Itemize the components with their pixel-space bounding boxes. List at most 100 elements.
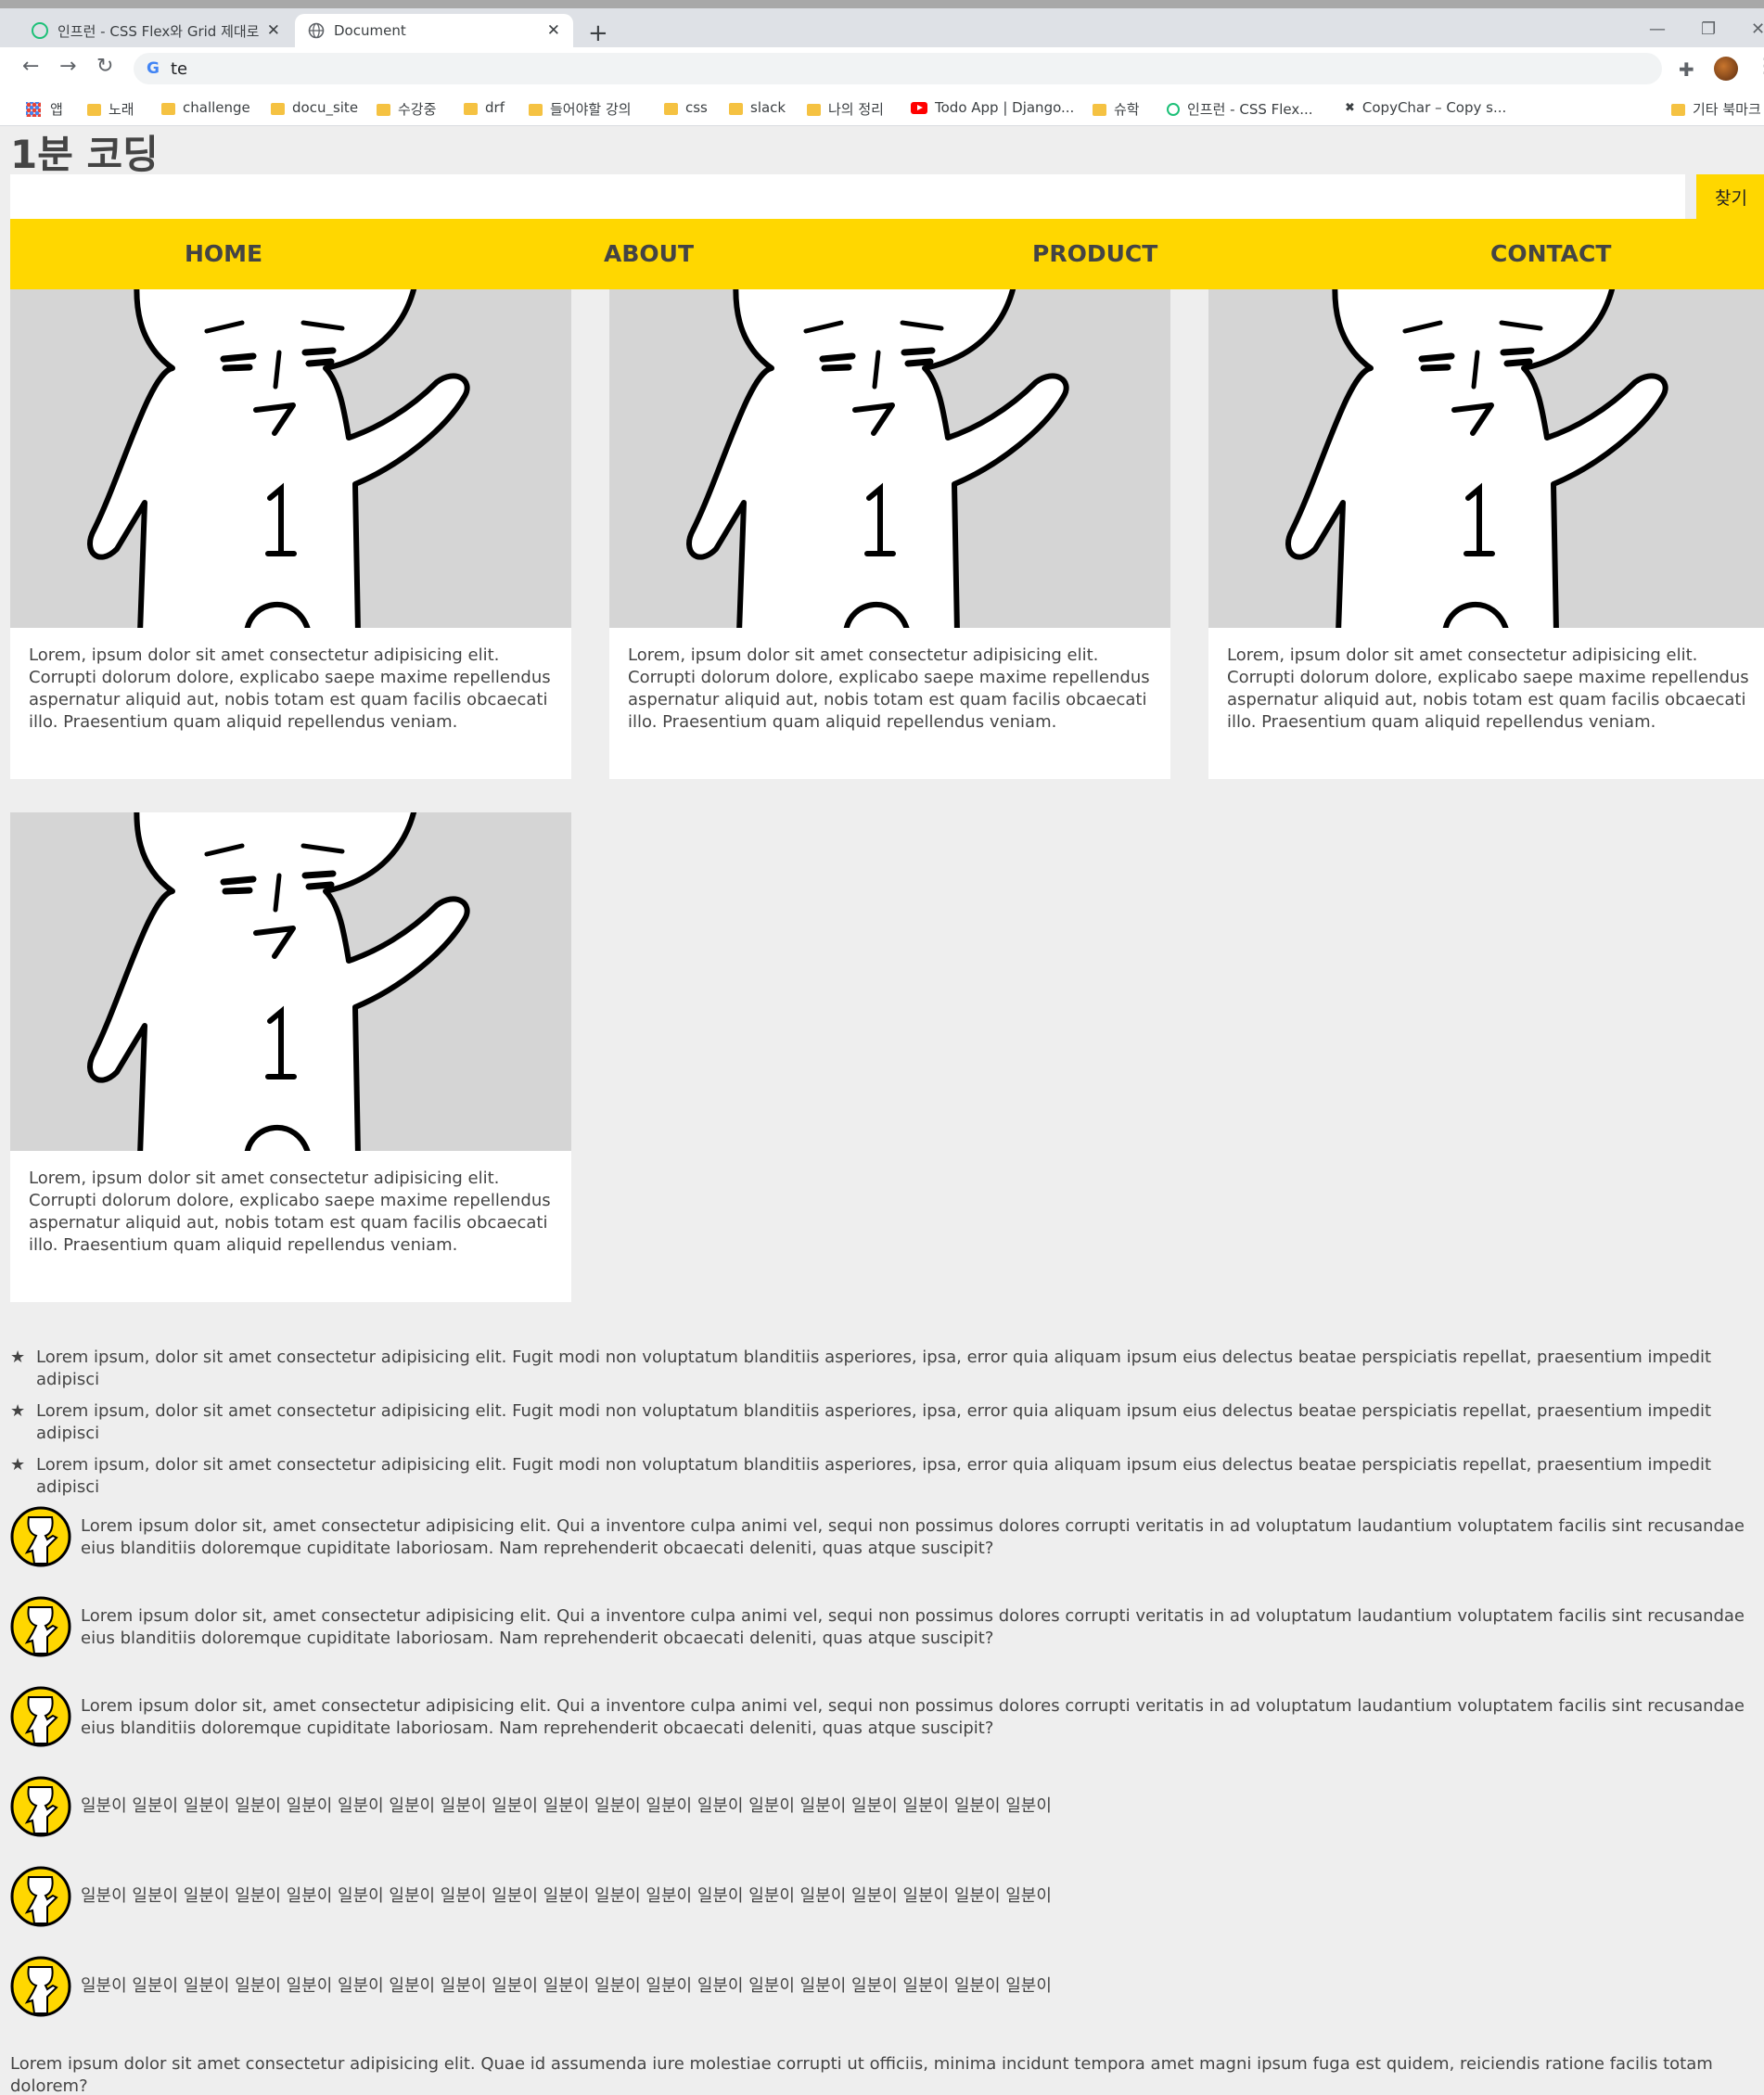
bookmark-label: drf [485,99,505,116]
bookmark-label: CopyChar – Copy s... [1361,99,1507,116]
kebab-menu-icon[interactable]: ⋮ [1755,55,1764,78]
bookmark-label: Todo App | Django... [935,99,1075,116]
tab-bar: 인프런 - CSS Flex와 Grid 제대로 ✕ Document ✕ + … [0,8,1764,47]
character-image [609,289,1170,628]
avatar-item-text: 일분이 일분이 일분이 일분이 일분이 일분이 일분이 일분이 일분이 일분이 … [81,1976,1052,1996]
character-avatar-icon [10,1866,71,1927]
star-icon: ★ [10,1348,26,1367]
bookmark-label: slack [750,99,786,116]
character-illustration [686,289,1069,628]
close-icon[interactable]: ✕ [267,21,280,40]
list-item: ★ Lorem ipsum, dolor sit amet consectetur… [10,1400,1754,1445]
bookmark-copychar[interactable]: ✖ CopyChar – Copy s... [1345,99,1506,116]
character-avatar-icon [10,1596,71,1657]
bookmark-apps[interactable]: 앱 [26,99,63,119]
avatar-list-item: 일분이 일분이 일분이 일분이 일분이 일분이 일분이 일분이 일분이 일분이 … [10,1776,1764,1841]
bookmark-label: docu_site [292,99,359,116]
folder-icon [87,104,101,116]
bookmark-label: 인프런 - CSS Flex... [1187,101,1313,118]
nav-home[interactable]: HOME [185,219,262,289]
bookmark-folder[interactable]: docu_site [271,99,358,116]
folder-icon [377,104,390,116]
footer-paragraph: Lorem ipsum dolor sit amet consectetur a… [10,2054,1713,2095]
avatar-item-text: Lorem ipsum dolor sit, amet consectetur … [81,1696,1745,1738]
folder-icon [729,102,743,115]
card: Lorem, ipsum dolor sit amet consectetur … [10,812,571,1302]
forward-arrow-icon[interactable]: → [59,55,76,78]
avatar-list-item: Lorem ipsum dolor sit, amet consectetur … [10,1596,1764,1661]
bookmark-folder[interactable]: drf [464,99,505,116]
bookmark-youtube[interactable]: Todo App | Django... [911,99,1074,116]
star-list: ★ Lorem ipsum, dolor sit amet consectetur… [10,1347,1754,1508]
puzzle-extensions-icon[interactable]: ✚ [1679,58,1694,81]
character-image [10,812,571,1151]
tab-document[interactable]: Document ✕ [295,14,573,47]
card: Lorem, ipsum dolor sit amet consectetur … [10,289,571,779]
folder-icon [664,102,678,115]
profile-avatar[interactable] [1714,57,1738,81]
character-avatar-icon [10,1956,71,2017]
apps-grid-icon [26,101,41,117]
character-avatar-icon [10,1776,71,1837]
list-item: ★ Lorem ipsum, dolor sit amet consectetur… [10,1347,1754,1391]
tab-inflearn[interactable]: 인프런 - CSS Flex와 Grid 제대로 ✕ [19,14,293,47]
inflearn-favicon-icon [32,22,48,39]
restore-icon[interactable]: ❐ [1701,19,1716,39]
minimize-icon[interactable]: — [1649,19,1666,39]
bookmark-folder[interactable]: slack [729,99,786,116]
bookmark-label: 수강중 [398,101,437,118]
list-item: ★ Lorem ipsum, dolor sit amet consectetur… [10,1454,1754,1499]
avatar-item-text: 일분이 일분이 일분이 일분이 일분이 일분이 일분이 일분이 일분이 일분이 … [81,1796,1052,1816]
globe-icon [308,22,325,39]
character-illustration [87,812,470,1151]
avatar-list-item: 일분이 일분이 일분이 일분이 일분이 일분이 일분이 일분이 일분이 일분이 … [10,1956,1764,2021]
list-item-text: Lorem ipsum, dolor sit amet consectetur … [36,1401,1712,1443]
avatar-list-item: Lorem ipsum dolor sit, amet consectetur … [10,1506,1764,1571]
avatar-item-text: Lorem ipsum dolor sit, amet consectetur … [81,1516,1745,1558]
inflearn-favicon-icon [1167,102,1180,116]
bookmark-inflearn[interactable]: 인프런 - CSS Flex... [1167,99,1313,119]
bookmark-folder[interactable]: 들어야할 강의 [529,99,632,119]
bookmark-other[interactable]: 기타 북마크 [1671,99,1761,119]
bookmark-folder[interactable]: 슈학 [1093,99,1140,119]
folder-icon [807,104,821,116]
close-icon[interactable]: ✕ [547,21,560,40]
card-text: Lorem, ipsum dolor sit amet consectetur … [1227,645,1749,732]
bookmark-label: 슈학 [1114,101,1140,118]
bookmarks-bar: 앱 노래 challenge docu_site 수강중 drf 들어야할 강의… [0,90,1764,126]
nav-product[interactable]: PRODUCT [1032,219,1157,289]
new-tab-button[interactable]: + [588,19,608,47]
bookmark-folder[interactable]: challenge [161,99,250,116]
bookmark-label: 기타 북마크 [1693,101,1761,118]
window-top-strip [0,0,1764,8]
nav-about[interactable]: ABOUT [604,219,694,289]
browser-toolbar: ← → ↻ G te ✚ ⋮ [0,47,1764,90]
search-button[interactable]: 찾기 [1696,174,1764,219]
character-illustration [1285,289,1668,628]
back-arrow-icon[interactable]: ← [22,55,39,78]
address-bar[interactable]: G te [134,53,1662,84]
card: Lorem, ipsum dolor sit amet consectetur … [1208,289,1764,779]
avatar-item-text: 일분이 일분이 일분이 일분이 일분이 일분이 일분이 일분이 일분이 일분이 … [81,1886,1052,1906]
window-close-icon[interactable]: ✕ [1751,19,1764,39]
address-text[interactable]: te [171,59,187,79]
bookmark-folder[interactable]: 노래 [87,99,134,119]
bookmark-label: 앱 [50,101,63,118]
nav-contact[interactable]: CONTACT [1490,219,1611,289]
card: Lorem, ipsum dolor sit amet consectetur … [609,289,1170,779]
reload-icon[interactable]: ↻ [96,55,113,78]
search-input[interactable] [10,174,1685,219]
card-text: Lorem, ipsum dolor sit amet consectetur … [29,1169,551,1255]
bookmark-label: 노래 [109,101,134,118]
folder-icon [1093,104,1106,116]
bookmark-label: challenge [183,99,250,116]
avatar-item-text: Lorem ipsum dolor sit, amet consectetur … [81,1606,1745,1648]
bookmark-folder[interactable]: 나의 정리 [807,99,884,119]
bookmark-label: css [685,99,708,116]
bookmark-label: 나의 정리 [828,101,884,118]
bookmark-folder[interactable]: 수강중 [377,99,436,119]
bookmark-folder[interactable]: css [664,99,708,116]
card-text: Lorem, ipsum dolor sit amet consectetur … [29,645,551,732]
folder-icon [529,104,543,116]
bookmark-label: 들어야할 강의 [550,101,632,118]
